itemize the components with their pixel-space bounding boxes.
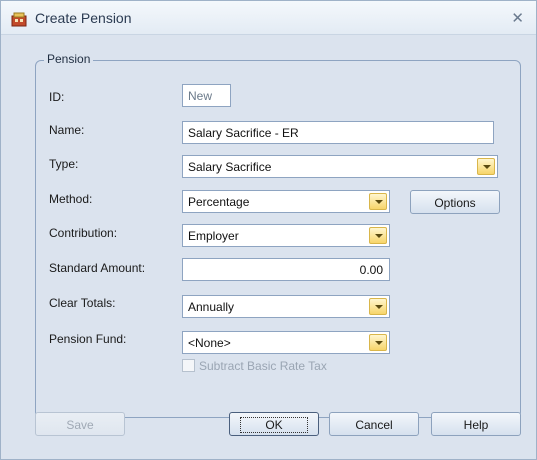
group-legend: Pension	[44, 52, 94, 66]
pension-fund-dropdown-icon[interactable]	[369, 334, 387, 351]
app-icon	[11, 12, 27, 27]
dialog-title: Create Pension	[35, 10, 132, 26]
title-bar[interactable]: Create Pension ✕	[1, 1, 536, 35]
save-button: Save	[35, 412, 125, 436]
options-button[interactable]: Options	[410, 190, 500, 214]
clear-totals-dropdown-icon[interactable]	[369, 298, 387, 315]
dialog-body: Pension ID: New Name: Salary Sacrifice -…	[1, 36, 536, 459]
type-label: Type:	[49, 157, 79, 171]
contribution-select[interactable]: Employer	[182, 224, 390, 247]
pension-fund-select[interactable]: <None>	[182, 331, 390, 354]
pension-fund-value: <None>	[188, 336, 231, 350]
contribution-value: Employer	[188, 229, 239, 243]
close-icon[interactable]: ✕	[511, 9, 524, 27]
cancel-button[interactable]: Cancel	[329, 412, 419, 436]
subtract-tax-label: Subtract Basic Rate Tax	[199, 359, 327, 373]
help-button[interactable]: Help	[431, 412, 521, 436]
type-dropdown-icon[interactable]	[477, 158, 495, 175]
id-label: ID:	[49, 90, 65, 104]
method-label: Method:	[49, 192, 93, 206]
type-value: Salary Sacrifice	[188, 160, 272, 174]
ok-button[interactable]: OK	[229, 412, 319, 436]
id-field: New	[182, 84, 231, 107]
method-value: Percentage	[188, 195, 250, 209]
subtract-tax-checkbox	[182, 359, 195, 372]
standard-amount-label: Standard Amount:	[49, 261, 146, 275]
method-select[interactable]: Percentage	[182, 190, 390, 213]
subtract-tax-option: Subtract Basic Rate Tax	[182, 359, 327, 373]
name-label: Name:	[49, 123, 85, 137]
type-select[interactable]: Salary Sacrifice	[182, 155, 498, 178]
contribution-dropdown-icon[interactable]	[369, 227, 387, 244]
name-input[interactable]: Salary Sacrifice - ER	[182, 121, 494, 144]
create-pension-dialog: Create Pension ✕ Pension ID: New Name: S…	[0, 0, 537, 460]
clear-totals-label: Clear Totals:	[49, 296, 116, 310]
method-dropdown-icon[interactable]	[369, 193, 387, 210]
ok-label: OK	[240, 417, 308, 433]
contribution-label: Contribution:	[49, 226, 118, 240]
pension-fund-label: Pension Fund:	[49, 332, 127, 346]
standard-amount-input[interactable]: 0.00	[182, 258, 390, 281]
clear-totals-value: Annually	[188, 300, 235, 314]
clear-totals-select[interactable]: Annually	[182, 295, 390, 318]
